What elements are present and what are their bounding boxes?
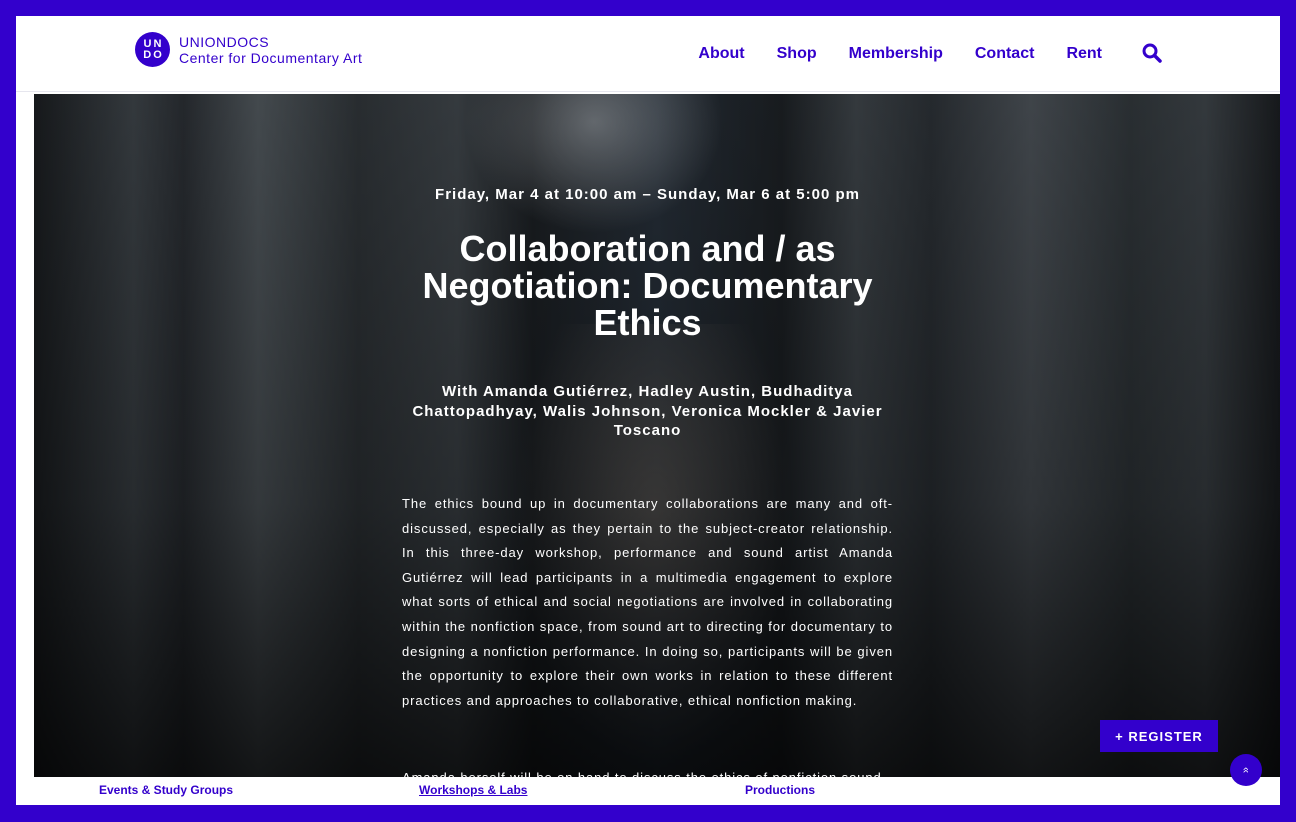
nav-about[interactable]: About (698, 45, 744, 63)
site-logo[interactable]: UN DO UNIONDOCS Center for Documentary A… (135, 32, 362, 67)
event-title: Collaboration and / as Negotiation: Docu… (422, 228, 873, 343)
main-nav: About Shop Membership Contact Rent (698, 45, 1102, 63)
logo-badge-line2: DO (143, 48, 164, 61)
site-header: UN DO UNIONDOCS Center for Documentary A… (16, 16, 1280, 92)
event-speakers: With Amanda Gutiérrez, Hadley Austin, Bu… (412, 383, 883, 439)
brand-name: UNIONDOCS (179, 33, 270, 50)
nav-contact[interactable]: Contact (975, 45, 1035, 63)
scroll-to-top-glyph: » (1240, 766, 1252, 774)
nav-shop[interactable]: Shop (777, 45, 817, 63)
event-description-continued: Amanda herself will be on hand to discus… (402, 766, 893, 777)
logo-badge: UN DO (135, 32, 170, 67)
event-hero: Friday, Mar 4 at 10:00 am – Sunday, Mar … (34, 94, 1280, 777)
footer-link-events[interactable]: Events & Study Groups (99, 783, 233, 797)
category-footer-nav: Events & Study Groups Workshops & Labs P… (16, 777, 1280, 805)
footer-link-workshops[interactable]: Workshops & Labs (419, 783, 527, 797)
logo-text: UNIONDOCS Center for Documentary Art (179, 34, 362, 66)
nav-rent[interactable]: Rent (1066, 45, 1102, 63)
register-button[interactable]: + REGISTER (1100, 720, 1218, 752)
nav-membership[interactable]: Membership (849, 45, 943, 63)
event-description: The ethics bound up in documentary colla… (402, 496, 893, 708)
logo-badge-line1: UN (143, 37, 164, 50)
scroll-to-top-icon[interactable]: » (1230, 754, 1262, 786)
page-frame: UN DO UNIONDOCS Center for Documentary A… (16, 16, 1280, 805)
brand-tagline: Center for Documentary Art (179, 49, 363, 66)
event-date: Friday, Mar 4 at 10:00 am – Sunday, Mar … (435, 186, 860, 203)
search-icon[interactable] (1142, 43, 1162, 63)
footer-link-productions[interactable]: Productions (745, 783, 815, 797)
